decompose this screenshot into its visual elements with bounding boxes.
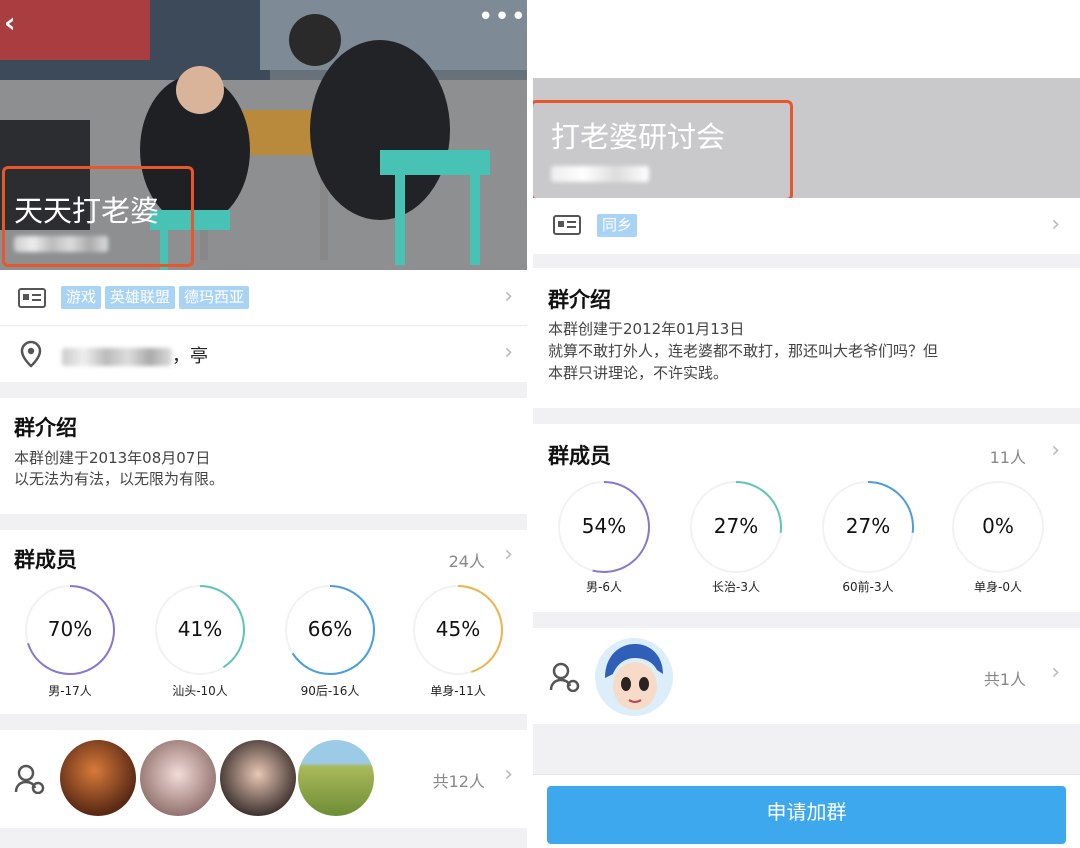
left-screenshot: ‹ ••• 天天打老婆 游戏 英雄联盟 德玛西亚 › ，亭 › 群介绍 本群创建于2… [0, 0, 527, 848]
stat-ring: 27% 长治-3人 [689, 480, 783, 598]
member-icon [14, 764, 46, 798]
total-members: 共1人 [983, 670, 1026, 689]
tags-row[interactable]: 同乡 › [533, 198, 1080, 254]
chevron-right-icon: › [504, 762, 513, 787]
stat-ring: 45% 单身-11人 [412, 584, 504, 702]
stat-percent: 66% [307, 617, 353, 641]
right-screenshot: 打老婆研讨会 同乡 › 群介绍 本群创建于2012年01月13日 就算不敢打外人… [533, 0, 1080, 848]
stat-percent: 0% [982, 514, 1014, 538]
tag: 同乡 [597, 214, 638, 237]
intro-title: 群介绍 [14, 416, 77, 440]
intro-line: 以无法为有法，以无限为有限。 [14, 470, 225, 488]
intro-line: 本群创建于2012年01月13日 [548, 320, 745, 338]
stat-ring: 54% 男-6人 [557, 480, 651, 598]
stat-label: 单身-0人 [974, 580, 1022, 594]
stat-ring: 66% 90后-16人 [284, 584, 376, 702]
intro-line: 就算不敢打外人，连老婆都不敢打，那还叫大老爷们吗？但 [548, 342, 939, 360]
members-title: 群成员 [548, 444, 611, 468]
stat-label: 男-6人 [586, 580, 622, 594]
intro-title: 群介绍 [548, 288, 611, 312]
tag-list: 游戏 英雄联盟 德玛西亚 [61, 286, 253, 309]
stat-ring: 0% 单身-0人 [951, 480, 1045, 598]
tag: 游戏 [61, 286, 102, 309]
members-section[interactable]: 群成员 24人 › 70% 男-17人 41% 汕头-10人 66% 90后-16人 45%… [0, 530, 527, 714]
back-icon[interactable]: ‹ [4, 6, 16, 39]
tags-row[interactable]: 游戏 英雄联盟 德玛西亚 › [0, 270, 527, 326]
intro-line: 本群只讲理论，不许实践。 [548, 364, 729, 382]
chevron-right-icon: › [1051, 660, 1060, 685]
chevron-right-icon: › [1051, 212, 1060, 237]
chevron-right-icon: › [1051, 438, 1060, 463]
members-avatars-row[interactable]: 共12人 › [0, 730, 527, 828]
member-icon [549, 662, 581, 696]
location-text: ，亭 [62, 342, 208, 368]
avatar[interactable] [298, 740, 374, 816]
intro-line: 本群创建于2013年08月07日 [14, 449, 211, 467]
stat-percent: 54% [581, 514, 627, 538]
highlight-box [2, 166, 194, 267]
intro-section: 群介绍 本群创建于2012年01月13日 就算不敢打外人，连老婆都不敢打，那还叫… [533, 268, 1080, 408]
avatar[interactable] [220, 740, 296, 816]
stat-ring: 41% 汕头-10人 [154, 584, 246, 702]
tag: 英雄联盟 [105, 286, 176, 309]
stat-ring: 70% 男-17人 [24, 584, 116, 702]
avatar[interactable] [60, 740, 136, 816]
avatar[interactable] [140, 740, 216, 816]
stat-percent: 45% [435, 617, 481, 641]
top-area [533, 0, 1080, 78]
tag-list: 同乡 [597, 214, 641, 237]
members-section[interactable]: 群成员 11人 › 54% 男-6人 27% 长治-3人 27% 60前-3人 0% 单身-0… [533, 424, 1080, 612]
members-title: 群成员 [14, 548, 77, 572]
stat-label: 90后-16人 [300, 684, 360, 698]
avatar[interactable] [595, 638, 673, 716]
stat-label: 长治-3人 [712, 580, 760, 594]
chevron-right-icon: › [504, 340, 513, 365]
stat-percent: 41% [177, 617, 223, 641]
tag: 德玛西亚 [179, 286, 250, 309]
stat-label: 汕头-10人 [172, 684, 228, 698]
more-icon[interactable]: ••• [478, 2, 527, 32]
location-row[interactable]: ，亭 › [0, 326, 527, 382]
members-avatars-row[interactable]: 共1人 › [533, 628, 1080, 724]
id-card-icon [18, 288, 46, 312]
chevron-right-icon: › [504, 284, 513, 309]
stat-label: 60前-3人 [842, 580, 894, 594]
stat-label: 男-17人 [48, 684, 92, 698]
total-members: 共12人 [432, 772, 485, 791]
stat-percent: 70% [47, 617, 93, 641]
join-group-button[interactable]: 申请加群 [547, 786, 1066, 844]
members-count: 11人 [989, 448, 1026, 467]
location-pin-icon [19, 340, 43, 372]
members-count: 24人 [448, 552, 485, 571]
stat-ring: 27% 60前-3人 [821, 480, 915, 598]
id-card-icon [553, 215, 581, 239]
stat-percent: 27% [713, 514, 759, 538]
highlight-box [533, 100, 793, 201]
stat-label: 单身-11人 [430, 684, 486, 698]
chevron-right-icon: › [504, 542, 513, 567]
intro-section: 群介绍 本群创建于2013年08月07日 以无法为有法，以无限为有限。 [0, 398, 527, 514]
stat-percent: 27% [845, 514, 891, 538]
